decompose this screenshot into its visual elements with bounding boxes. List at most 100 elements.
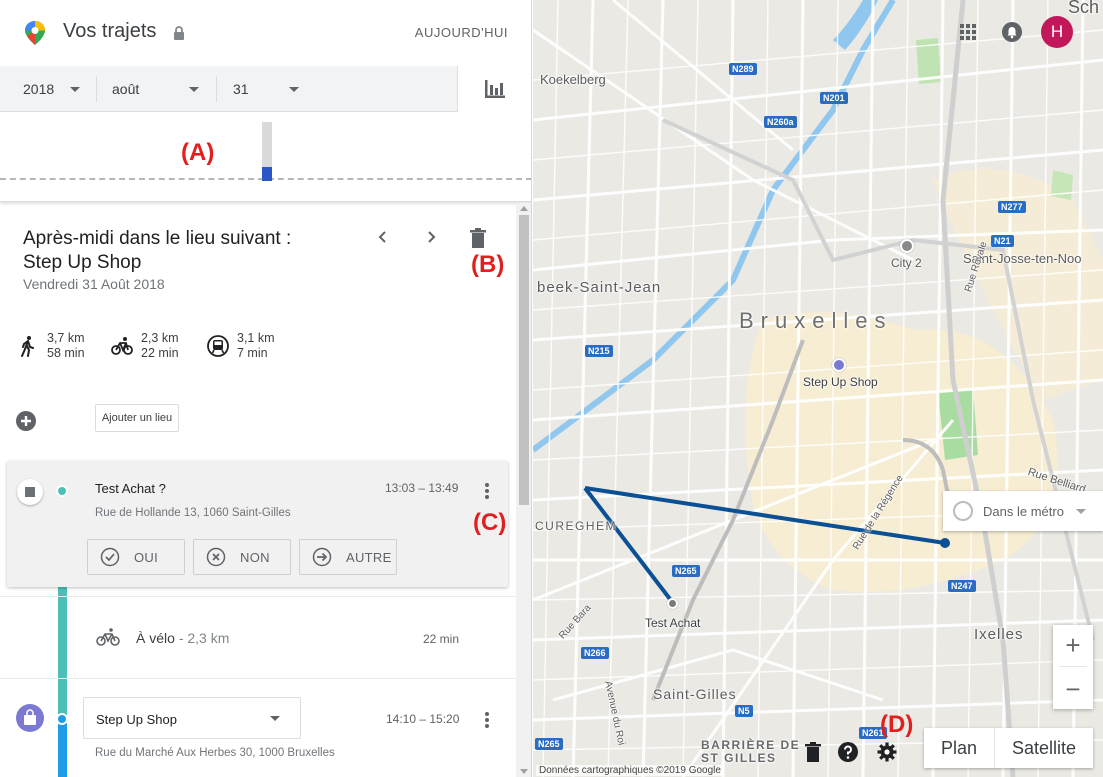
visit-title: Test Achat ? xyxy=(95,481,166,496)
apps-grid-icon[interactable] xyxy=(960,24,976,40)
scrollbar[interactable] xyxy=(516,203,531,777)
more-vert-icon[interactable] xyxy=(485,712,489,728)
map-label-test-achat[interactable]: Test Achat xyxy=(645,616,700,630)
confirm-no-label: NON xyxy=(240,549,270,565)
map-label-ixelles: Ixelles xyxy=(974,626,1024,643)
annotation-c: (C) xyxy=(473,509,507,536)
map-credit: Données cartographiques ©2019 Google xyxy=(536,765,724,776)
activity-distance: - 2,3 km xyxy=(178,630,230,646)
zoom-out-button[interactable]: − xyxy=(1053,669,1093,709)
confirm-other-button[interactable]: AUTRE xyxy=(299,539,397,575)
today-button[interactable]: AUJOURD'HUI xyxy=(415,25,508,40)
trash-icon[interactable] xyxy=(802,741,824,763)
visit-time: 13:03 – 13:49 xyxy=(385,481,459,495)
more-vert-icon[interactable] xyxy=(485,483,489,499)
annotation-b: (B) xyxy=(471,251,505,278)
confirm-other-label: AUTRE xyxy=(346,549,392,565)
year-select[interactable]: 2018 xyxy=(23,66,93,112)
road-shield: N215 xyxy=(585,345,613,357)
walk-summary: 3,7 km 58 min xyxy=(17,331,85,361)
chevron-right-icon[interactable] xyxy=(421,227,441,247)
road-shield: N289 xyxy=(729,63,757,75)
timeline-node xyxy=(56,713,68,725)
bike-duration: 22 min xyxy=(141,346,179,360)
day-timeline-chart[interactable]: (A) xyxy=(0,112,531,202)
plus-circle-icon[interactable] xyxy=(16,411,36,431)
walk-distance: 3,7 km xyxy=(47,331,85,345)
shop-time: 14:10 – 15:20 xyxy=(386,712,460,726)
poi-marker-icon[interactable] xyxy=(667,598,678,609)
account-avatar[interactable]: H xyxy=(1041,16,1073,48)
place-heading-line2: Step Up Shop xyxy=(23,252,142,273)
app-root: Vos trajets AUJOURD'HUI 2018 août 31 (A)… xyxy=(0,0,1103,777)
place-select[interactable]: Step Up Shop xyxy=(83,697,301,739)
map-label-step-up-shop[interactable]: Step Up Shop xyxy=(803,375,878,389)
map-label-koekelberg: Koekelberg xyxy=(540,72,606,87)
confirm-yes-button[interactable]: OUI xyxy=(87,539,185,575)
day-select[interactable]: 31 xyxy=(233,66,313,112)
page-title: Vos trajets xyxy=(63,20,157,42)
place-heading-line1: Après-midi dans le lieu suivant : xyxy=(23,228,292,249)
satellite-button[interactable]: Satellite xyxy=(995,728,1093,768)
zoom-control: + − xyxy=(1053,625,1093,709)
road-shield: N5 xyxy=(735,705,753,717)
top-bar: Vos trajets AUJOURD'HUI xyxy=(0,0,531,66)
road-shield: N277 xyxy=(998,201,1026,213)
bike-distance: 2,3 km xyxy=(141,331,179,345)
transit-summary: 3,1 km 7 min xyxy=(207,331,275,361)
annotation-a: (A) xyxy=(181,139,215,166)
map-type-switcher: Plan Satellite xyxy=(924,728,1093,768)
stats-button[interactable] xyxy=(457,66,531,112)
timeline-content: Après-midi dans le lieu suivant : Step U… xyxy=(0,203,516,777)
trash-icon[interactable] xyxy=(469,228,487,248)
google-maps-logo[interactable] xyxy=(24,21,46,45)
month-select[interactable]: août xyxy=(112,66,212,112)
divider xyxy=(1059,666,1087,667)
place-heading: Après-midi dans le lieu suivant : Step U… xyxy=(23,227,291,275)
confirm-no-button[interactable]: NON xyxy=(193,539,291,575)
activity-mode: À vélo xyxy=(136,630,175,646)
gear-icon[interactable] xyxy=(876,741,898,763)
x-circle-icon xyxy=(206,547,226,567)
map-label-saint-gilles: Saint-Gilles xyxy=(653,686,737,702)
scroll-up-icon[interactable] xyxy=(520,206,528,211)
divider xyxy=(0,596,516,597)
train-icon xyxy=(953,501,973,521)
add-place-button[interactable]: Ajouter un lieu xyxy=(95,404,179,432)
notifications-icon[interactable] xyxy=(1002,22,1022,42)
poi-shopping-icon[interactable] xyxy=(832,358,846,372)
map-label-cureghem: CUREGHEM xyxy=(535,519,618,533)
road-shield: N265 xyxy=(672,565,700,577)
transit-icon xyxy=(207,335,229,357)
travel-mode-summary: 3,7 km 58 min 2,3 km 22 min 3,1 km 7 min xyxy=(0,331,516,371)
activity-duration: 22 min xyxy=(423,632,460,646)
road-shield: N266 xyxy=(581,647,609,659)
divider xyxy=(96,76,97,102)
chevron-left-icon[interactable] xyxy=(373,227,393,247)
timeline-panel: Vos trajets AUJOURD'HUI 2018 août 31 (A)… xyxy=(0,0,532,777)
transit-mode-label: Dans le métro xyxy=(983,503,1064,519)
date-picker-bar: 2018 août 31 xyxy=(0,66,531,112)
help-icon[interactable] xyxy=(837,741,859,763)
activity-row[interactable]: À vélo - 2,3 km 22 min xyxy=(0,613,516,663)
bar-chart-icon xyxy=(484,80,505,98)
road-shield: N247 xyxy=(948,580,976,592)
year-value: 2018 xyxy=(23,81,55,97)
timeline-bar xyxy=(262,122,272,167)
visit-confirmation-card: Test Achat ? 13:03 – 13:49 Rue de Hollan… xyxy=(7,461,508,587)
poi-shopping-icon[interactable] xyxy=(900,239,914,253)
scroll-thumb[interactable] xyxy=(519,215,529,505)
scroll-down-icon[interactable] xyxy=(520,769,528,774)
plan-button[interactable]: Plan xyxy=(924,728,994,768)
chevron-down-icon xyxy=(289,87,299,92)
map-label-molenbeek: beek-Saint-Jean xyxy=(537,279,662,296)
shopping-bag-icon xyxy=(16,704,44,732)
zoom-in-button[interactable]: + xyxy=(1053,625,1093,665)
lock-icon xyxy=(174,26,184,40)
transit-mode-chip[interactable]: Dans le métro xyxy=(943,491,1103,531)
map-label-bruxelles: Bruxelles xyxy=(739,308,893,333)
map-view[interactable]: Koekelberg beek-Saint-Jean Bruxelles Sai… xyxy=(533,0,1103,777)
month-value: août xyxy=(112,81,140,97)
divider xyxy=(216,76,217,102)
road-shield: N265 xyxy=(535,738,563,750)
